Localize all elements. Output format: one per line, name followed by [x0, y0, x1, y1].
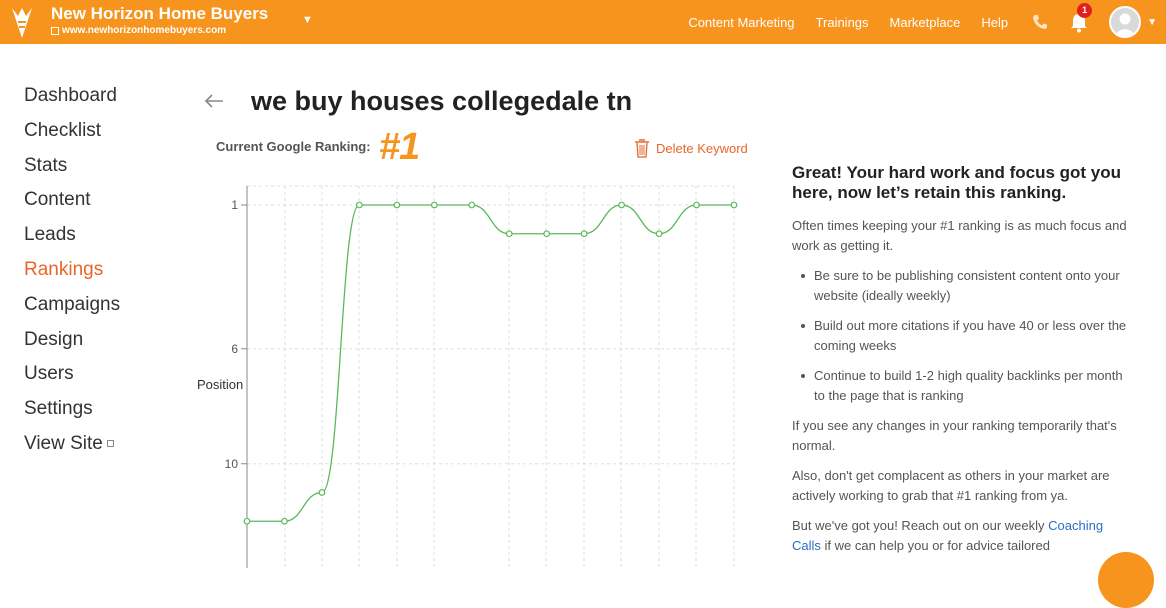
advice-panel: Great! Your hard work and focus got you …: [792, 163, 1132, 566]
chart-data-point: [393, 201, 401, 209]
chart-data-point: [618, 201, 626, 209]
advice-bullet: Continue to build 1-2 high quality backl…: [792, 366, 1132, 405]
chart-data-point: [355, 201, 363, 209]
chat-widget-button[interactable]: [1098, 552, 1154, 608]
chart-series-line: [246, 204, 734, 522]
chart-data-point: [580, 230, 588, 238]
notifications-button[interactable]: 1: [1069, 3, 1093, 33]
user-avatar[interactable]: [1109, 6, 1142, 38]
advice-bullet: Be sure to be publishing consistent cont…: [792, 266, 1132, 305]
chart-y-tick-label: 6: [231, 342, 238, 356]
chart-data-point: [693, 201, 700, 209]
chart-y-axis-label: Position: [197, 377, 244, 392]
advice-p4-end: if we can help you or for advice tailore…: [820, 537, 1050, 553]
advice-intro: Often times keeping your #1 ranking is a…: [792, 218, 1127, 253]
advice-paragraph-3: Also, don't get complacent as others in …: [792, 468, 1110, 503]
advice-bullet-list: Be sure to be publishing consistent cont…: [792, 266, 1132, 405]
user-menu-caret-icon[interactable]: ▼: [1147, 17, 1157, 28]
nav-trainings[interactable]: Trainings: [816, 15, 869, 30]
chart-data-point: [468, 201, 476, 209]
chart-data-point: [243, 517, 251, 525]
advice-heading: Great! Your hard work and focus got you …: [792, 163, 1122, 202]
nav-marketplace[interactable]: Marketplace: [890, 15, 961, 30]
chart-data-point: [318, 489, 326, 496]
chart-y-tick-label: 1: [231, 198, 238, 212]
nav-help[interactable]: Help: [981, 15, 1008, 30]
advice-p4-start: But we've got you! Reach out on our week…: [792, 518, 1049, 533]
notification-count-badge: 1: [1077, 3, 1093, 18]
phone-icon[interactable]: [1031, 13, 1049, 31]
ranking-chart: 1610: [225, 185, 738, 568]
advice-paragraph-2: If you see any changes in your ranking t…: [792, 418, 1117, 453]
user-avatar-icon: [1111, 8, 1140, 36]
chart-data-point: [430, 201, 438, 209]
advice-paragraph-4: But we've got you! Reach out on our week…: [792, 516, 1132, 555]
chart-data-point: [730, 201, 738, 209]
advice-bullet: Build out more citations if you have 40 …: [792, 316, 1132, 355]
chart-data-point: [505, 230, 513, 238]
chart-data-point: [655, 230, 663, 238]
chart-y-tick-label: 10: [225, 457, 239, 471]
chart-data-point: [281, 517, 288, 525]
chart-data-point: [543, 230, 551, 238]
